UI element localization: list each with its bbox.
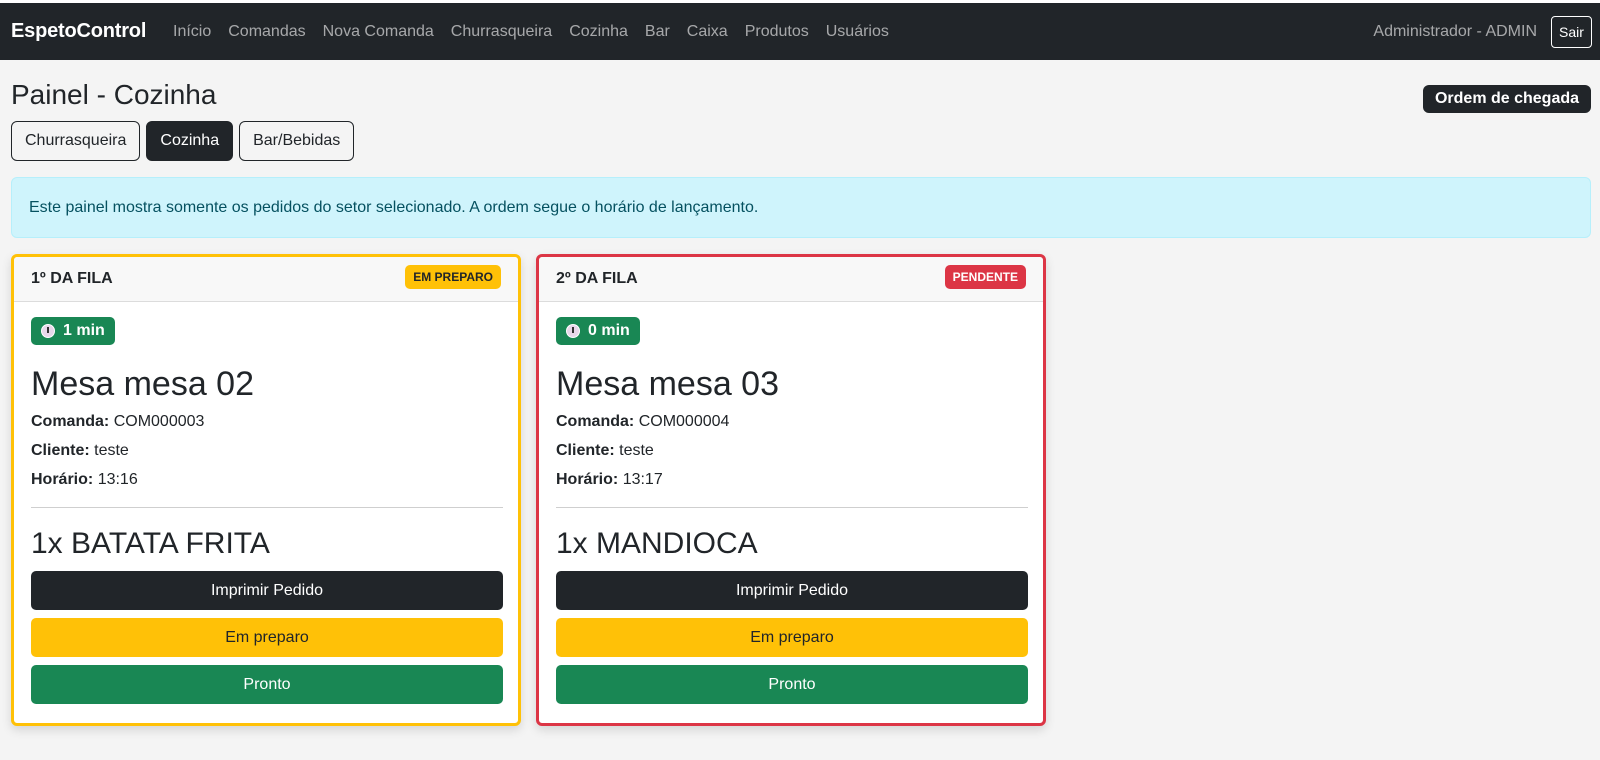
divider bbox=[31, 507, 503, 508]
cliente-row: Cliente: teste bbox=[31, 440, 503, 462]
comanda-label: Comanda: bbox=[31, 413, 110, 430]
card-header: 1º DA FILA EM PREPARO bbox=[14, 257, 518, 302]
card-header: 2º DA FILA PENDENTE bbox=[539, 257, 1043, 302]
comanda-row: Comanda: COM000003 bbox=[31, 411, 503, 433]
status-badge: EM PREPARO bbox=[405, 265, 501, 289]
brand-logo[interactable]: EspetoControl bbox=[11, 20, 146, 43]
page-title: Painel - Cozinha bbox=[11, 79, 217, 110]
logout-button[interactable]: Sair bbox=[1551, 16, 1592, 48]
order-item: 1x BATATA FRITA bbox=[31, 527, 270, 560]
timer-value: 1 min bbox=[63, 322, 105, 339]
user-label: Administrador - ADMIN bbox=[1373, 23, 1537, 40]
horario-value: 13:17 bbox=[622, 471, 663, 488]
mark-ready-button[interactable]: Pronto bbox=[31, 665, 503, 704]
timer-value: 0 min bbox=[588, 322, 630, 339]
comanda-value: COM000004 bbox=[638, 413, 730, 430]
table-name: Mesa mesa 03 bbox=[556, 365, 779, 403]
card-body: 0 min Mesa mesa 03 Comanda: COM000004 Cl… bbox=[556, 317, 1028, 704]
nav-link-nova-comanda[interactable]: Nova Comanda bbox=[323, 23, 434, 41]
cliente-label: Cliente: bbox=[556, 442, 615, 459]
order-card: 1º DA FILA EM PREPARO 1 min Mesa mesa 02… bbox=[11, 254, 521, 726]
horario-row: Horário: 13:17 bbox=[556, 469, 1028, 491]
top-navbar: EspetoControl Início Comandas Nova Coman… bbox=[0, 3, 1600, 60]
comanda-value: COM000003 bbox=[113, 413, 205, 430]
nav-link-usuarios[interactable]: Usuários bbox=[826, 23, 889, 41]
elapsed-timer: 0 min bbox=[556, 317, 640, 345]
nav-link-comandas[interactable]: Comandas bbox=[228, 23, 305, 41]
tab-bar-bebidas[interactable]: Bar/Bebidas bbox=[239, 121, 355, 161]
stopwatch-icon bbox=[566, 324, 580, 338]
cliente-label: Cliente: bbox=[31, 442, 90, 459]
horario-row: Horário: 13:16 bbox=[31, 469, 503, 491]
print-order-button[interactable]: Imprimir Pedido bbox=[556, 571, 1028, 610]
stopwatch-icon bbox=[41, 324, 55, 338]
nav-link-produtos[interactable]: Produtos bbox=[745, 23, 809, 41]
nav-link-cozinha[interactable]: Cozinha bbox=[569, 23, 628, 41]
nav-link-inicio[interactable]: Início bbox=[173, 23, 211, 41]
mark-preparing-button[interactable]: Em preparo bbox=[31, 618, 503, 657]
mark-preparing-button[interactable]: Em preparo bbox=[556, 618, 1028, 657]
nav-link-churrasqueira[interactable]: Churrasqueira bbox=[451, 23, 552, 41]
queue-position: 1º DA FILA bbox=[31, 270, 113, 287]
comanda-label: Comanda: bbox=[556, 413, 635, 430]
horario-label: Horário: bbox=[31, 471, 94, 488]
tab-cozinha[interactable]: Cozinha bbox=[146, 121, 234, 161]
cliente-value: teste bbox=[94, 442, 129, 459]
horario-label: Horário: bbox=[556, 471, 619, 488]
horario-value: 13:16 bbox=[97, 471, 138, 488]
status-badge: PENDENTE bbox=[944, 265, 1026, 289]
card-body: 1 min Mesa mesa 02 Comanda: COM000003 Cl… bbox=[31, 317, 503, 704]
nav-link-bar[interactable]: Bar bbox=[645, 23, 670, 41]
sector-tabs: Churrasqueira Cozinha Bar/Bebidas bbox=[11, 121, 360, 161]
divider bbox=[556, 507, 1028, 508]
table-name: Mesa mesa 02 bbox=[31, 365, 254, 403]
nav-link-caixa[interactable]: Caixa bbox=[687, 23, 728, 41]
order-card: 2º DA FILA PENDENTE 0 min Mesa mesa 03 C… bbox=[536, 254, 1046, 726]
comanda-row: Comanda: COM000004 bbox=[556, 411, 1028, 433]
mark-ready-button[interactable]: Pronto bbox=[556, 665, 1028, 704]
print-order-button[interactable]: Imprimir Pedido bbox=[31, 571, 503, 610]
elapsed-timer: 1 min bbox=[31, 317, 115, 345]
order-item: 1x MANDIOCA bbox=[556, 527, 758, 560]
info-alert: Este painel mostra somente os pedidos do… bbox=[11, 177, 1591, 238]
cliente-value: teste bbox=[619, 442, 654, 459]
order-badge: Ordem de chegada bbox=[1423, 85, 1591, 113]
cliente-row: Cliente: teste bbox=[556, 440, 1028, 462]
nav-links: Início Comandas Nova Comanda Churrasquei… bbox=[173, 23, 906, 41]
tab-churrasqueira[interactable]: Churrasqueira bbox=[11, 121, 141, 161]
queue-position: 2º DA FILA bbox=[556, 270, 638, 287]
